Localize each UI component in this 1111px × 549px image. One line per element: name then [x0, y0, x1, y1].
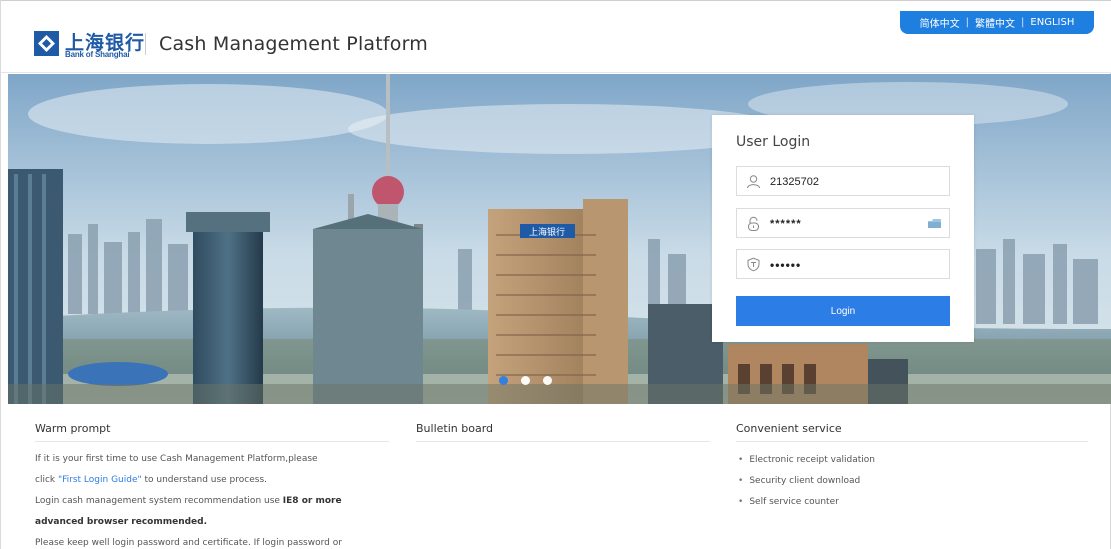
- password-field: [736, 208, 950, 238]
- shield-icon: [747, 257, 760, 272]
- service-item-client-download[interactable]: • Security client download: [736, 471, 1088, 492]
- keyboard-icon[interactable]: [927, 217, 942, 229]
- bullet-icon: •: [738, 476, 744, 486]
- bulletin-board-title: Bulletin board: [416, 420, 710, 442]
- logo-divider: [145, 33, 146, 55]
- convenient-service-section: Convenient service • Electronic receipt v…: [736, 420, 1088, 513]
- convenient-service-title: Convenient service: [736, 420, 1088, 442]
- lang-separator: |: [1021, 17, 1025, 28]
- bulletin-board-section: Bulletin board: [416, 420, 710, 442]
- login-button[interactable]: Login: [736, 296, 950, 326]
- verification-code-input[interactable]: [770, 255, 920, 274]
- carousel-dot-2[interactable]: [521, 376, 530, 385]
- first-login-guide-link[interactable]: "First Login Guide": [58, 475, 142, 485]
- browser-recommendation: IE8 or more: [282, 496, 342, 506]
- username-input[interactable]: [770, 172, 920, 191]
- warm-prompt-line-4: advanced browser recommended.: [35, 517, 208, 527]
- warm-prompt-line-2: click "First Login Guide" to understand …: [35, 473, 267, 487]
- service-list: • Electronic receipt validation • Security…: [736, 450, 1088, 513]
- verification-code-field: [736, 249, 950, 279]
- page: 上海银行 Bank of Shanghai Cash Management Pl…: [0, 0, 1111, 549]
- warm-prompt-line-3: Login cash management system recommendat…: [35, 494, 342, 508]
- header: 上海银行 Bank of Shanghai Cash Management Pl…: [1, 0, 1111, 73]
- password-input[interactable]: [770, 214, 920, 233]
- username-field: [736, 166, 950, 196]
- warm-prompt-text: to understand use process.: [141, 475, 268, 485]
- user-icon: [747, 175, 760, 189]
- carousel-dot-1[interactable]: [499, 376, 508, 385]
- carousel-dot-3[interactable]: [543, 376, 552, 385]
- service-item-receipt-validation[interactable]: • Electronic receipt validation: [736, 450, 1088, 471]
- warm-prompt-text: Login cash management system recommendat…: [35, 496, 283, 506]
- service-item-self-service-counter[interactable]: • Self service counter: [736, 492, 1088, 513]
- platform-title: Cash Management Platform: [159, 33, 429, 55]
- login-title: User Login: [736, 134, 811, 150]
- bank-name-en: Bank of Shanghai: [65, 50, 130, 59]
- bank-logo-icon: [34, 31, 59, 56]
- service-item-label: Electronic receipt validation: [749, 455, 875, 465]
- bullet-icon: •: [738, 497, 744, 507]
- language-switcher: 简体中文 | 繁體中文 | ENGLISH: [900, 11, 1094, 34]
- warm-prompt-title: Warm prompt: [35, 420, 389, 442]
- warm-prompt-line-1: If it is your first time to use Cash Man…: [35, 454, 318, 464]
- lang-separator: |: [965, 17, 970, 28]
- service-item-label: Security client download: [749, 476, 861, 486]
- warm-prompt-line-5: Please keep well login password and cert…: [35, 538, 342, 548]
- lang-simplified-chinese[interactable]: 简体中文: [917, 15, 963, 30]
- service-item-label: Self service counter: [749, 497, 839, 507]
- building-sign: 上海银行: [529, 226, 565, 238]
- carousel-indicators: [499, 376, 552, 388]
- login-panel: User Login 21325702 ****** •••••• Login: [712, 115, 974, 342]
- lock-icon: [748, 216, 759, 231]
- lang-traditional-chinese[interactable]: 繁體中文: [972, 15, 1018, 30]
- warm-prompt-section: Warm prompt: [35, 420, 389, 442]
- warm-prompt-text: click: [35, 475, 58, 485]
- lang-english[interactable]: ENGLISH: [1027, 17, 1077, 28]
- bullet-icon: •: [738, 455, 744, 465]
